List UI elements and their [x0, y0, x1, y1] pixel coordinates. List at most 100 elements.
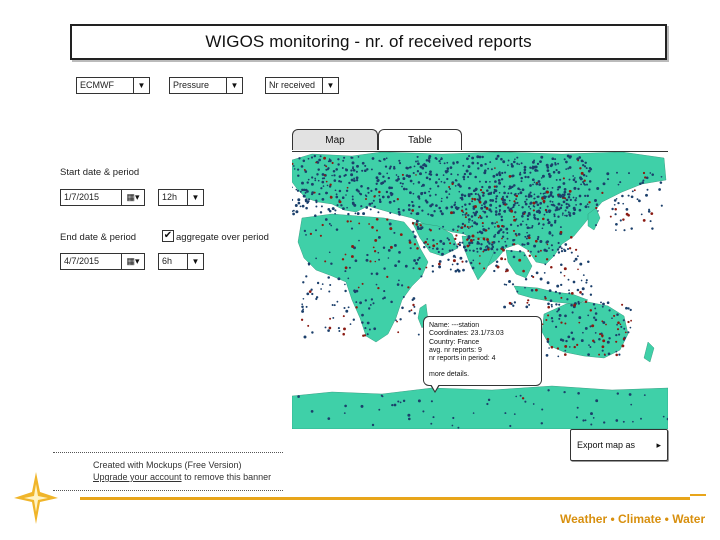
station-marker[interactable]: [497, 240, 500, 243]
station-marker[interactable]: [346, 186, 349, 189]
station-marker[interactable]: [622, 319, 625, 322]
station-marker[interactable]: [515, 395, 518, 398]
station-marker[interactable]: [563, 248, 565, 251]
station-marker[interactable]: [469, 226, 472, 228]
station-marker[interactable]: [329, 283, 332, 287]
station-marker[interactable]: [332, 170, 336, 173]
station-marker[interactable]: [304, 200, 307, 203]
station-marker[interactable]: [577, 302, 581, 305]
station-marker[interactable]: [504, 171, 507, 174]
station-marker[interactable]: [327, 276, 330, 279]
station-marker[interactable]: [508, 199, 511, 202]
station-marker[interactable]: [472, 238, 475, 241]
station-marker[interactable]: [477, 167, 480, 170]
station-marker[interactable]: [416, 155, 419, 158]
station-marker[interactable]: [461, 241, 464, 244]
station-marker[interactable]: [512, 174, 515, 178]
station-marker[interactable]: [349, 220, 352, 223]
station-marker[interactable]: [557, 170, 561, 174]
station-marker[interactable]: [510, 192, 513, 195]
station-marker[interactable]: [536, 237, 540, 241]
station-marker[interactable]: [576, 288, 580, 292]
station-marker[interactable]: [525, 237, 528, 240]
station-marker[interactable]: [539, 202, 543, 205]
station-marker[interactable]: [398, 213, 401, 216]
station-marker[interactable]: [496, 154, 500, 158]
station-marker[interactable]: [535, 271, 539, 275]
station-marker[interactable]: [523, 254, 526, 257]
station-marker[interactable]: [421, 209, 424, 212]
station-marker[interactable]: [325, 165, 328, 168]
station-marker[interactable]: [621, 344, 625, 348]
station-marker[interactable]: [330, 195, 332, 198]
station-marker[interactable]: [478, 180, 481, 183]
station-marker[interactable]: [342, 207, 345, 210]
station-marker[interactable]: [412, 182, 415, 185]
station-marker[interactable]: [394, 264, 397, 267]
station-marker[interactable]: [472, 211, 475, 214]
station-marker[interactable]: [559, 338, 563, 342]
station-marker[interactable]: [483, 210, 487, 214]
station-marker[interactable]: [550, 265, 553, 269]
station-marker[interactable]: [573, 345, 576, 349]
station-marker[interactable]: [540, 177, 543, 179]
station-marker[interactable]: [564, 314, 567, 318]
station-marker[interactable]: [315, 199, 318, 202]
station-marker[interactable]: [342, 159, 345, 162]
station-marker[interactable]: [346, 206, 348, 209]
station-marker[interactable]: [550, 244, 553, 247]
station-marker[interactable]: [488, 185, 491, 189]
station-marker[interactable]: [332, 316, 335, 319]
station-marker[interactable]: [505, 227, 509, 231]
station-marker[interactable]: [569, 212, 572, 214]
station-marker[interactable]: [351, 161, 355, 165]
station-marker[interactable]: [519, 223, 523, 226]
station-marker[interactable]: [524, 400, 527, 403]
station-marker[interactable]: [468, 218, 471, 221]
station-marker[interactable]: [365, 258, 369, 262]
station-marker[interactable]: [611, 207, 614, 211]
station-marker[interactable]: [352, 166, 354, 168]
station-marker[interactable]: [438, 228, 441, 230]
station-marker[interactable]: [660, 175, 663, 178]
station-marker[interactable]: [508, 175, 512, 178]
station-marker[interactable]: [456, 173, 459, 176]
station-marker[interactable]: [364, 164, 367, 167]
station-marker[interactable]: [515, 234, 518, 237]
station-marker[interactable]: [592, 303, 596, 306]
station-marker[interactable]: [429, 204, 433, 208]
station-marker[interactable]: [516, 156, 519, 159]
station-marker[interactable]: [585, 281, 588, 284]
station-marker[interactable]: [503, 305, 507, 309]
station-marker[interactable]: [407, 204, 411, 207]
station-marker[interactable]: [446, 167, 450, 170]
variable-select[interactable]: Pressure ▼: [169, 77, 243, 94]
station-marker[interactable]: [500, 218, 504, 222]
station-marker[interactable]: [521, 206, 524, 209]
station-marker[interactable]: [342, 315, 345, 318]
station-marker[interactable]: [622, 218, 625, 221]
station-marker[interactable]: [644, 176, 647, 179]
station-marker[interactable]: [496, 265, 500, 269]
station-marker[interactable]: [584, 300, 588, 303]
station-marker[interactable]: [345, 189, 349, 192]
station-marker[interactable]: [347, 306, 350, 309]
station-marker[interactable]: [526, 231, 528, 234]
station-marker[interactable]: [413, 305, 416, 308]
station-marker[interactable]: [366, 186, 370, 190]
station-marker[interactable]: [452, 254, 456, 258]
station-marker[interactable]: [355, 306, 358, 309]
station-marker[interactable]: [439, 158, 442, 161]
station-marker[interactable]: [368, 223, 370, 225]
station-marker[interactable]: [303, 168, 306, 171]
station-marker[interactable]: [625, 208, 629, 211]
station-marker[interactable]: [438, 262, 441, 266]
station-marker[interactable]: [641, 181, 644, 184]
station-marker[interactable]: [361, 321, 364, 324]
station-marker[interactable]: [451, 263, 454, 266]
station-marker[interactable]: [563, 274, 566, 277]
station-marker[interactable]: [413, 312, 417, 315]
station-marker[interactable]: [362, 334, 365, 337]
station-marker[interactable]: [350, 173, 354, 177]
station-marker[interactable]: [482, 194, 485, 197]
